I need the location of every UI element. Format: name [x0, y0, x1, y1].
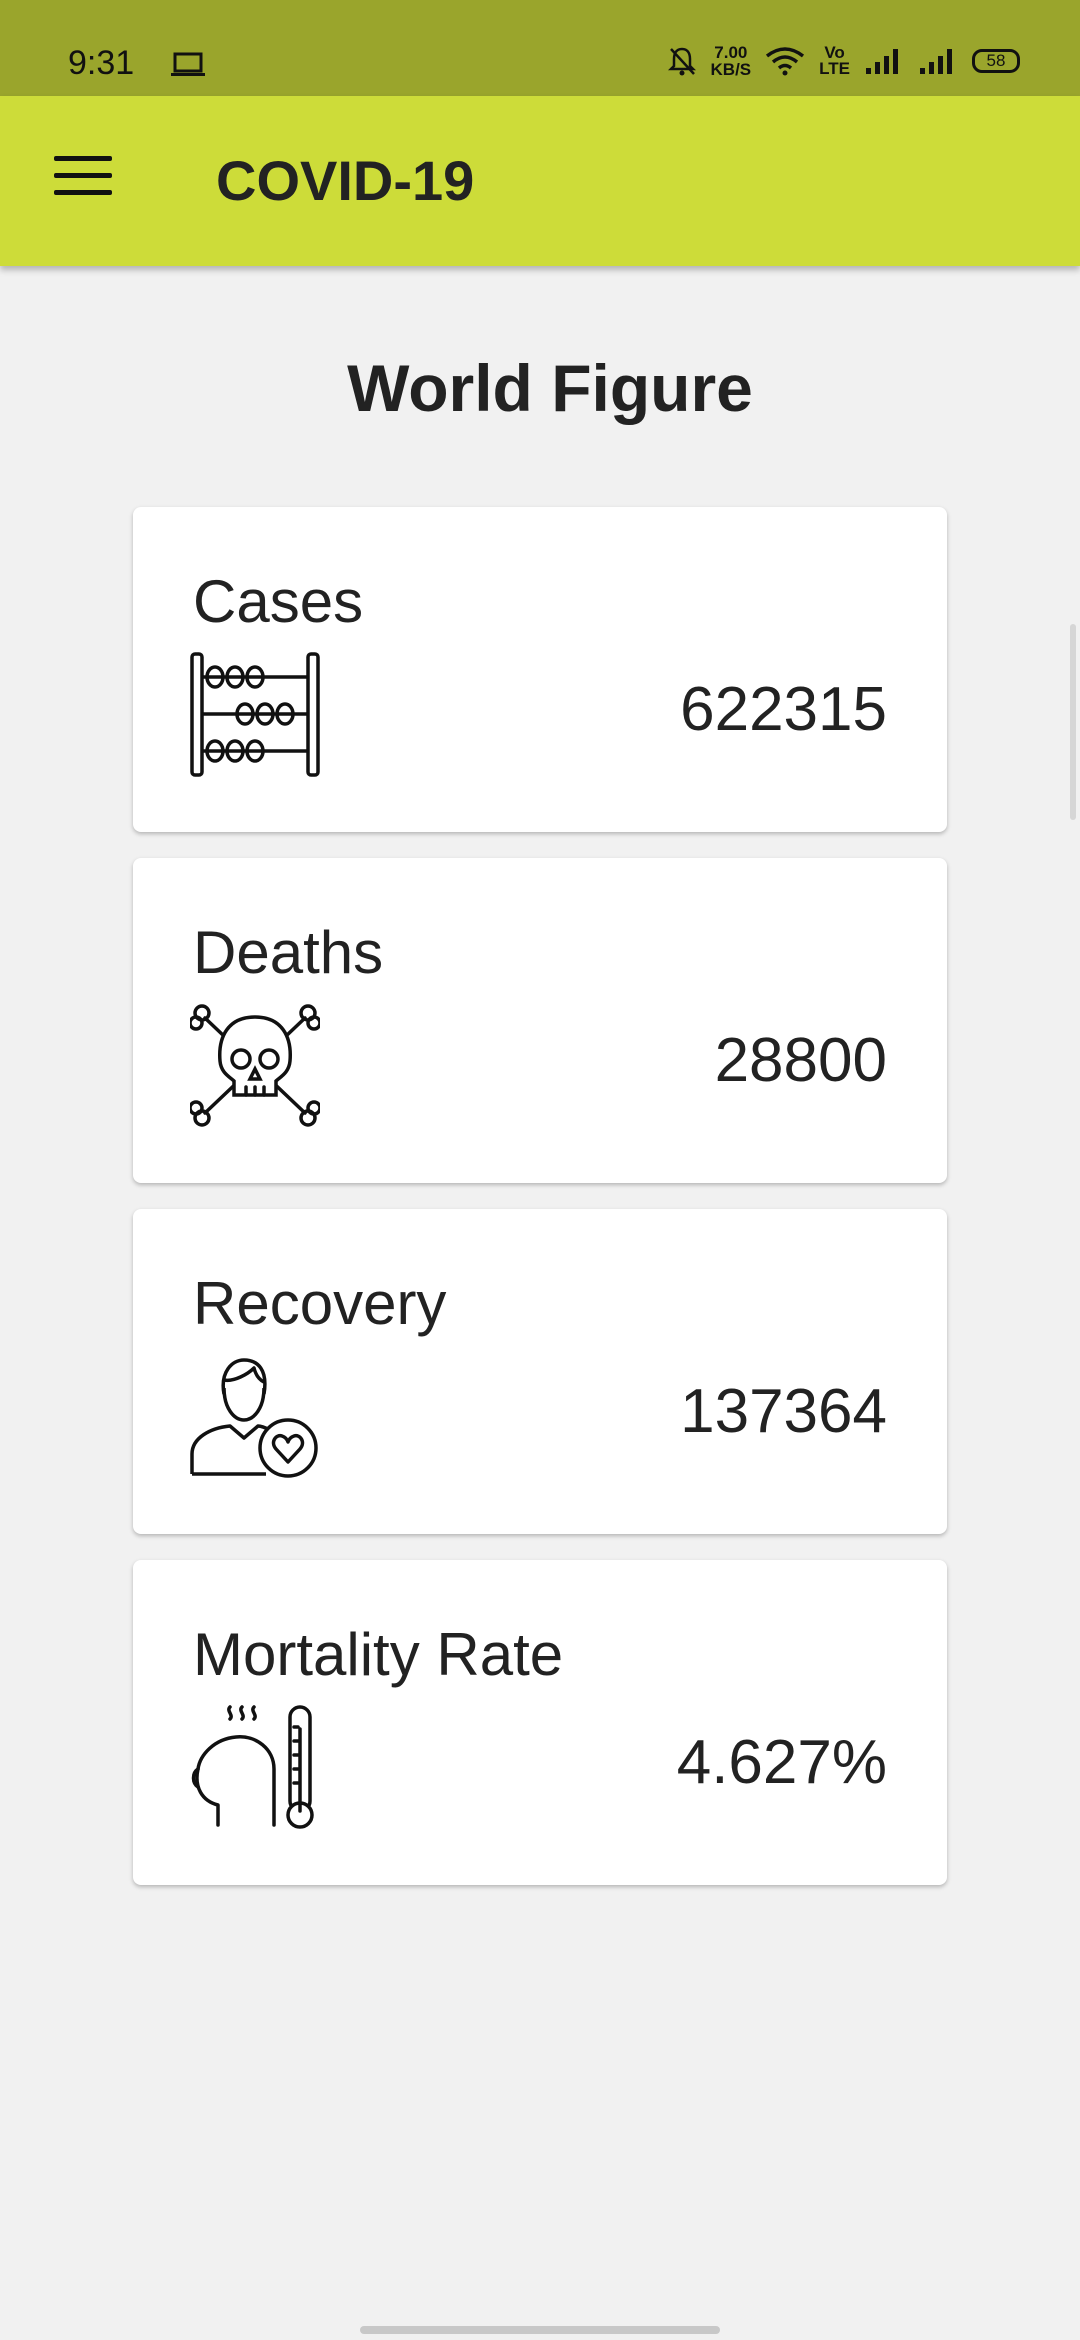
skull-crossbones-icon	[190, 1004, 320, 1127]
wifi-icon	[766, 47, 805, 76]
card-value: 622315	[680, 675, 887, 744]
card-label: Deaths	[193, 919, 384, 986]
mute-bell-icon	[667, 47, 696, 76]
fever-thermometer-icon	[191, 1705, 314, 1829]
app-title: COVID-19	[216, 149, 475, 212]
signal-icon	[920, 49, 952, 74]
card-value: 28800	[714, 1026, 887, 1095]
card-value: 137364	[680, 1377, 887, 1446]
card-label: Mortality Rate	[193, 1621, 564, 1688]
gesture-nav-handle[interactable]	[360, 2326, 720, 2334]
mortality-rate-card: Mortality Rate 4.627%	[133, 1560, 947, 1885]
abacus-icon	[190, 652, 320, 777]
speed-value: 7.00	[714, 43, 748, 62]
app-bar: COVID-19	[0, 96, 1080, 266]
network-speed: 7.00 KB/S	[711, 44, 752, 78]
battery-icon: 58	[972, 49, 1020, 73]
volte-indicator: Vo LTE	[819, 44, 850, 78]
card-label: Cases	[193, 568, 364, 635]
status-time: 9:31	[68, 44, 135, 82]
hamburger-menu-icon[interactable]	[54, 156, 112, 202]
card-value: 4.627%	[676, 1728, 887, 1797]
signal-icon	[866, 49, 898, 74]
recovery-card: Recovery 137364	[133, 1209, 947, 1534]
card-label: Recovery	[193, 1270, 447, 1337]
volte-bottom: LTE	[819, 59, 850, 78]
status-bar: 9:31 7.00 KB/S Vo LTE 58	[0, 0, 1080, 96]
battery-level: 58	[986, 51, 1006, 70]
status-right-icons: 7.00 KB/S Vo LTE 58	[667, 44, 1020, 78]
scroll-indicator[interactable]	[1070, 624, 1076, 820]
deaths-card: Deaths 28800	[133, 858, 947, 1183]
person-heart-icon	[190, 1358, 318, 1478]
speed-unit: KB/S	[710, 60, 752, 79]
cases-card: Cases 622315	[133, 507, 947, 832]
laptop-icon	[171, 52, 205, 76]
page-title: World Figure	[347, 351, 753, 425]
